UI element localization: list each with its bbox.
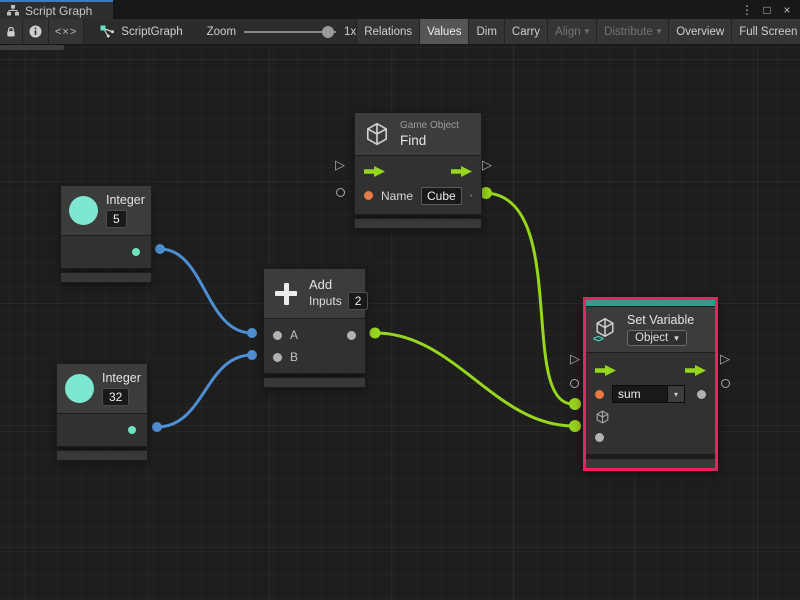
flow-in-arrow-icon[interactable] <box>595 365 616 376</box>
info-button[interactable] <box>23 19 49 44</box>
info-icon <box>29 25 42 38</box>
maximize-icon[interactable]: □ <box>759 3 775 17</box>
flow-row <box>586 358 715 382</box>
titlebar: Script Graph ⋮ □ × <box>0 0 800 19</box>
carry-button[interactable]: Carry <box>504 19 547 44</box>
node-title: Add <box>309 277 368 292</box>
node-add[interactable]: Add Inputs 2 A B <box>263 268 366 388</box>
inputs-label: Inputs <box>309 294 342 308</box>
node-set-variable[interactable]: <> Set Variable Object ▾ sum <box>583 297 718 471</box>
node-category: Game Object <box>400 120 459 131</box>
flow-in-connector-triangle[interactable]: ▷ <box>335 158 345 171</box>
variable-connector-circle[interactable] <box>570 379 579 388</box>
zoom-label: Zoom <box>207 26 236 38</box>
flow-out-connector-triangle[interactable]: ▷ <box>720 352 730 365</box>
node-footer <box>56 450 148 461</box>
lock-button[interactable] <box>0 19 23 44</box>
flow-out-arrow-icon[interactable] <box>685 365 706 376</box>
flow-in-arrow-icon[interactable] <box>364 166 385 177</box>
node-title: Integer <box>102 371 141 385</box>
node-footer <box>354 218 482 229</box>
integer-value-field[interactable]: 32 <box>102 388 129 406</box>
name-label: Name <box>381 189 413 203</box>
node-title: Find <box>400 133 459 148</box>
overview-button[interactable]: Overview <box>668 19 731 44</box>
zoom-slider[interactable] <box>244 19 336 45</box>
node-title: Set Variable <box>627 313 694 327</box>
value-output-port[interactable] <box>697 390 706 399</box>
name-connector-circle[interactable] <box>336 188 345 197</box>
node-footer <box>60 272 152 283</box>
name-value-field[interactable]: Cube <box>421 187 462 205</box>
code-brackets-icon: <> <box>593 334 603 345</box>
node-integer-b[interactable]: Integer 32 <box>56 363 148 461</box>
node-title: Integer <box>106 193 145 207</box>
fullscreen-button[interactable]: Full Screen <box>731 19 800 44</box>
lock-icon <box>6 26 16 38</box>
code-icon: <×> <box>55 26 77 38</box>
chevron-down-icon: ▾ <box>585 26 590 37</box>
close-icon[interactable]: × <box>779 3 795 17</box>
output-port-sum[interactable] <box>347 331 356 340</box>
distribute-button[interactable]: Distribute ▾ <box>596 19 668 44</box>
align-button[interactable]: Align ▾ <box>547 19 596 44</box>
integer-type-icon <box>69 196 98 225</box>
input-port-a[interactable] <box>273 331 282 340</box>
value-out-connector-circle[interactable] <box>721 379 730 388</box>
script-graph-tab-icon <box>7 5 19 16</box>
node-footer <box>586 459 715 468</box>
inputs-count-field[interactable]: 2 <box>348 292 369 310</box>
relations-button[interactable]: Relations <box>356 19 419 44</box>
integer-value-field[interactable]: 5 <box>106 210 127 228</box>
variable-name-port[interactable] <box>595 390 604 399</box>
tab-script-graph[interactable]: Script Graph <box>0 0 113 19</box>
zoom-slider-handle[interactable] <box>322 26 334 38</box>
input-port-b[interactable] <box>273 353 282 362</box>
chevron-down-icon: ▾ <box>674 333 679 344</box>
port-label-a: A <box>290 328 298 342</box>
gameobject-output-icon[interactable] <box>470 187 472 204</box>
script-graph-asset-icon <box>100 25 115 38</box>
chevron-down-icon: ▾ <box>657 26 662 37</box>
variable-name-row: sum ▾ <box>586 382 715 406</box>
integer-type-icon <box>65 374 94 403</box>
window-menu-icon[interactable]: ⋮ <box>739 3 755 17</box>
tab-label: Script Graph <box>25 4 92 18</box>
gameobject-input-port[interactable] <box>595 409 610 425</box>
port-row-b: B <box>264 346 365 368</box>
flow-out-arrow-icon[interactable] <box>451 166 472 177</box>
name-input-port[interactable] <box>364 191 373 200</box>
port-label-b: B <box>290 350 298 364</box>
name-param-row: Name Cube <box>355 183 481 208</box>
graph-toolbar: <×> ScriptGraph Zoom 1x Relations Values… <box>0 19 800 45</box>
variable-name-dropdown[interactable]: sum ▾ <box>612 385 685 403</box>
dim-button[interactable]: Dim <box>468 19 503 44</box>
chevron-down-icon[interactable]: ▾ <box>668 385 685 403</box>
add-icon <box>273 281 299 307</box>
zoom-value: 1x <box>344 26 356 38</box>
output-port[interactable] <box>128 426 136 434</box>
code-view-button[interactable]: <×> <box>49 19 84 44</box>
flow-in-connector-triangle[interactable]: ▷ <box>570 352 580 365</box>
node-footer <box>263 377 366 388</box>
port-row-a: A <box>264 324 365 346</box>
value-input-port[interactable] <box>595 433 604 442</box>
node-gameobject-find[interactable]: Game Object Find Name Cube <box>354 112 482 229</box>
object-target-row <box>586 406 715 427</box>
flow-row <box>355 160 481 183</box>
variable-scope-dropdown[interactable]: Object ▾ <box>627 330 687 346</box>
output-port[interactable] <box>132 248 140 256</box>
graph-canvas[interactable]: Integer 5 Integer 32 Add <box>0 45 800 600</box>
graph-reference[interactable]: ScriptGraph <box>100 19 182 44</box>
value-input-row <box>586 427 715 448</box>
flow-out-connector-triangle[interactable]: ▷ <box>482 158 492 171</box>
gameobject-cube-icon <box>364 120 390 148</box>
values-button[interactable]: Values <box>419 19 468 44</box>
graph-name-label: ScriptGraph <box>121 26 182 38</box>
node-integer-a[interactable]: Integer 5 <box>60 185 152 283</box>
set-variable-icon: <> <box>594 316 618 343</box>
